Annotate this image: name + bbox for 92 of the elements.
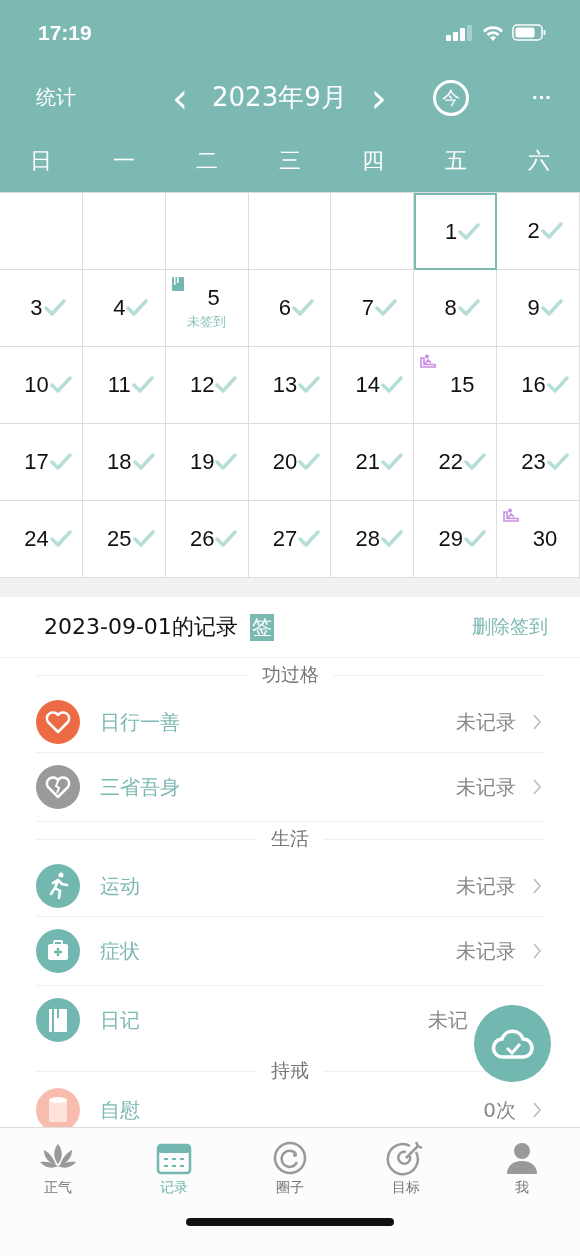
check-icon bbox=[215, 530, 238, 548]
calendar-day[interactable]: 22 bbox=[414, 424, 498, 501]
tab-bar-item[interactable]: 正气 bbox=[0, 1128, 116, 1218]
calendar-day[interactable]: 13 bbox=[248, 347, 332, 424]
check-icon bbox=[540, 222, 563, 240]
record-status: 未记录 bbox=[456, 708, 516, 736]
signed-badge: 签 bbox=[249, 613, 274, 641]
day-note: 未签到 bbox=[187, 313, 227, 331]
record-status: 未记 bbox=[428, 1006, 468, 1034]
check-icon bbox=[298, 530, 321, 548]
record-row[interactable]: 日记 未记 bbox=[36, 986, 468, 1054]
check-icon bbox=[546, 453, 569, 471]
section-title: 功过格 bbox=[261, 662, 319, 687]
section-title: 生活 bbox=[271, 826, 309, 851]
status-time: 17:19 bbox=[38, 20, 92, 45]
calendar-day[interactable]: 2 bbox=[497, 193, 580, 270]
calendar-day[interactable]: 9 bbox=[497, 270, 580, 347]
tab-bar-item[interactable]: 圈子 bbox=[232, 1128, 348, 1218]
weekday-label: 五 bbox=[443, 147, 468, 175]
record-row[interactable]: 三省吾身 未记录 bbox=[36, 753, 544, 822]
calendar-day[interactable]: 4 bbox=[82, 270, 166, 347]
calendar-day[interactable]: 20 bbox=[248, 424, 332, 501]
check-icon bbox=[298, 453, 321, 471]
check-icon bbox=[126, 299, 149, 317]
record-label: 三省吾身 bbox=[100, 773, 180, 801]
section-title: 持戒 bbox=[271, 1058, 309, 1083]
calendar-day[interactable]: 16 bbox=[497, 347, 580, 424]
calendar-day[interactable]: 10 bbox=[0, 347, 83, 424]
check-icon bbox=[458, 222, 481, 241]
record-status: 未记录 bbox=[456, 773, 516, 801]
record-row[interactable]: 日行一善 未记录 bbox=[36, 692, 544, 753]
record-title: 2023-09-01的记录 bbox=[44, 613, 238, 641]
check-icon bbox=[49, 530, 72, 548]
calendar-day[interactable]: 17 bbox=[0, 424, 83, 501]
calendar-day[interactable]: 6 bbox=[248, 270, 332, 347]
check-icon bbox=[374, 299, 397, 317]
calendar-day[interactable]: 21 bbox=[331, 424, 415, 501]
calendar-day[interactable]: 8 bbox=[414, 270, 498, 347]
notebook-icon bbox=[171, 277, 184, 291]
check-icon bbox=[381, 530, 404, 548]
check-icon bbox=[132, 453, 155, 471]
check-icon bbox=[215, 453, 238, 471]
calendar-day[interactable]: 3 bbox=[0, 270, 83, 347]
calendar-day[interactable]: 5 未签到 bbox=[165, 270, 249, 347]
calendar-day[interactable]: 19 bbox=[165, 424, 249, 501]
weekday-label: 六 bbox=[526, 147, 551, 175]
weekday-label: 一 bbox=[112, 147, 137, 175]
weekday-label: 二 bbox=[195, 147, 220, 175]
calendar-day[interactable]: 7 bbox=[331, 270, 415, 347]
check-icon bbox=[215, 376, 238, 394]
weekday-label: 四 bbox=[360, 147, 385, 175]
record-label: 日记 bbox=[100, 1006, 140, 1034]
tab-bar-item[interactable]: 我 bbox=[464, 1128, 580, 1218]
calendar-day[interactable]: 23 bbox=[497, 424, 580, 501]
check-icon bbox=[463, 453, 486, 471]
record-label: 运动 bbox=[100, 872, 140, 900]
check-icon bbox=[298, 376, 321, 394]
record-label: 症状 bbox=[100, 937, 140, 965]
check-icon bbox=[463, 530, 486, 548]
record-row[interactable]: 症状 未记录 bbox=[36, 917, 544, 986]
check-icon bbox=[381, 376, 404, 394]
check-icon bbox=[131, 376, 154, 394]
calendar-day[interactable]: 15 bbox=[414, 347, 498, 424]
signal-icon bbox=[446, 24, 474, 41]
record-status: 未记录 bbox=[456, 937, 516, 965]
check-icon bbox=[546, 376, 569, 394]
check-icon bbox=[49, 453, 72, 471]
calendar-day[interactable]: 18 bbox=[82, 424, 166, 501]
tab-bar-item[interactable]: 目标 bbox=[348, 1128, 464, 1218]
record-label: 自慰 bbox=[100, 1096, 140, 1124]
calendar-day[interactable]: 1 bbox=[414, 193, 498, 270]
weekday-label: 日 bbox=[29, 147, 54, 175]
check-icon bbox=[457, 299, 480, 317]
calendar-day[interactable]: 14 bbox=[331, 347, 415, 424]
wifi-icon bbox=[482, 24, 504, 41]
record-row[interactable]: 运动 未记录 bbox=[36, 856, 544, 917]
battery-icon bbox=[512, 24, 546, 41]
check-icon bbox=[540, 299, 563, 317]
meditation-icon bbox=[420, 354, 437, 368]
check-icon bbox=[43, 299, 66, 317]
record-status: 未记录 bbox=[456, 872, 516, 900]
record-status: 0次 bbox=[483, 1096, 516, 1124]
meditation-icon bbox=[503, 508, 520, 522]
record-label: 日行一善 bbox=[100, 708, 180, 736]
check-icon bbox=[132, 530, 155, 548]
check-icon bbox=[49, 376, 72, 394]
weekday-label: 三 bbox=[278, 147, 302, 175]
month-title: 2023年9月 bbox=[212, 81, 347, 114]
check-icon bbox=[292, 299, 315, 317]
calendar-day[interactable]: 11 bbox=[82, 347, 166, 424]
calendar-day[interactable]: 12 bbox=[165, 347, 249, 424]
check-icon bbox=[381, 453, 404, 471]
